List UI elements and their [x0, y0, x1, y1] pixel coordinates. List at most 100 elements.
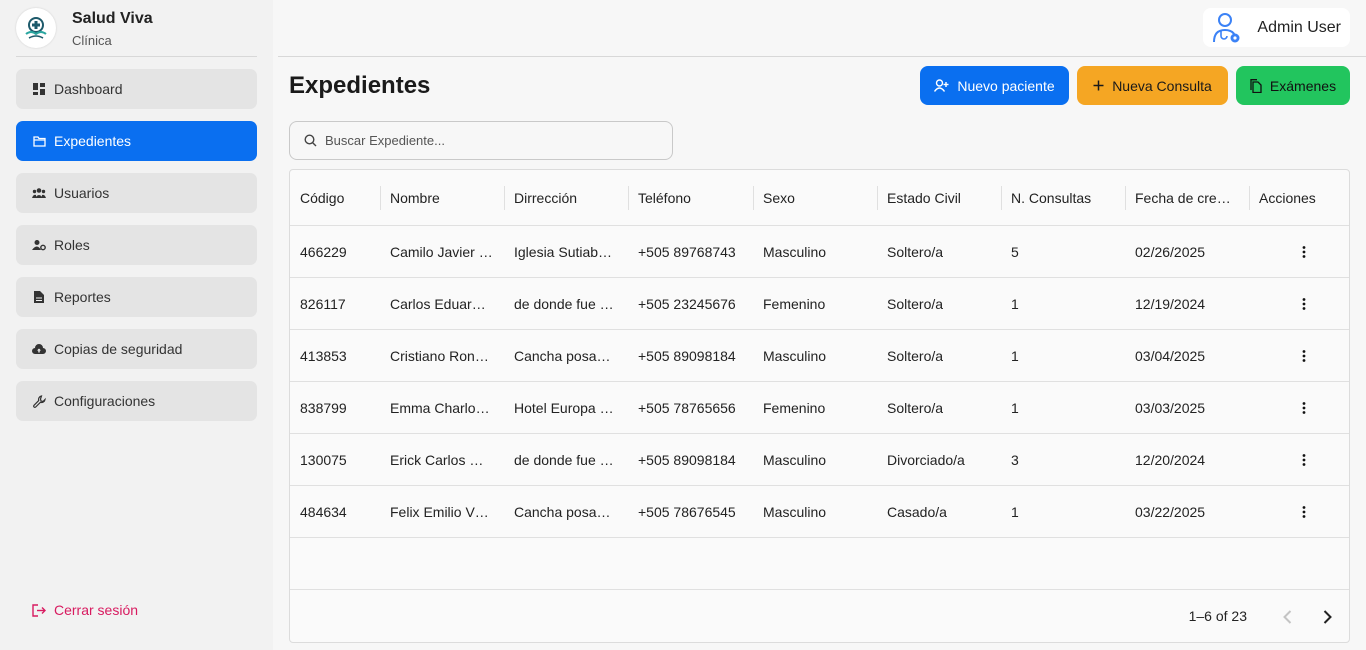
plus-icon — [1093, 80, 1104, 91]
cell-direccion: Cancha posa… — [504, 330, 628, 382]
more-vert-icon — [1302, 350, 1306, 362]
cell-fecha-creacion: 12/20/2024 — [1125, 434, 1249, 486]
sidebar-item-label: Dashboard — [54, 81, 123, 97]
cell-sexo: Masculino — [753, 486, 877, 538]
logout-button[interactable]: Cerrar sesión — [32, 602, 138, 618]
sidebar-item-configuraciones[interactable]: Configuraciones — [16, 381, 257, 421]
new-consult-label: Nueva Consulta — [1112, 77, 1212, 94]
column-header-nombre[interactable]: Nombre — [380, 170, 504, 226]
column-header-telefono[interactable]: Teléfono — [628, 170, 753, 226]
cell-n-consultas: 1 — [1001, 330, 1125, 382]
cell-fecha-creacion: 03/04/2025 — [1125, 330, 1249, 382]
row-actions-button[interactable] — [1292, 396, 1316, 420]
cell-telefono-text: +505 89098184 — [638, 452, 736, 468]
cell-estado-civil-text: Soltero/a — [887, 244, 944, 260]
table-footer: 1–6 of 23 — [290, 589, 1349, 642]
clinic-logo-icon — [16, 8, 56, 48]
cell-nombre: Carlos Eduar… — [380, 278, 504, 330]
previous-page-button[interactable] — [1273, 603, 1301, 631]
cell-direccion: de donde fue … — [504, 434, 628, 486]
cell-n-consultas: 5 — [1001, 226, 1125, 278]
table-row[interactable]: 838799 Emma Charlo… Hotel Europa … +505 787… — [290, 382, 1349, 434]
page-title: Expedientes — [289, 72, 431, 99]
sidebar-item-copias-de-seguridad[interactable]: Copias de seguridad — [16, 329, 257, 369]
user-menu-button[interactable]: Admin User — [1203, 8, 1350, 47]
column-header-acciones: Acciones — [1259, 190, 1316, 206]
cell-fecha-creacion: 12/19/2024 — [1125, 278, 1249, 330]
cell-codigo-text: 413853 — [300, 348, 347, 364]
brand-subtitle: Clínica — [72, 33, 112, 48]
cell-sexo-text: Masculino — [763, 244, 827, 260]
column-header-fecha-creacion[interactable]: Fecha de cre… — [1125, 170, 1249, 226]
cell-telefono-text: +505 78676545 — [638, 504, 736, 520]
cell-sexo: Femenino — [753, 278, 877, 330]
cell-n-consultas: 3 — [1001, 434, 1125, 486]
brand: Salud Viva Clínica — [16, 6, 257, 57]
cell-nombre: Felix Emilio V… — [380, 486, 504, 538]
table-row[interactable]: 826117 Carlos Eduar… de donde fue … +505 23… — [290, 278, 1349, 330]
cell-nombre-text: Emma Charlo… — [390, 400, 490, 416]
cell-estado-civil: Soltero/a — [877, 330, 1001, 382]
cell-fecha-creacion-text: 12/20/2024 — [1135, 452, 1206, 468]
cell-telefono: +505 78676545 — [628, 486, 753, 538]
sidebar-item-reportes[interactable]: Reportes — [16, 277, 257, 317]
cell-fecha-creacion: 02/26/2025 — [1125, 226, 1249, 278]
column-header-estado-civil[interactable]: Estado Civil — [877, 170, 1001, 226]
cell-nombre: Camilo Javier … — [380, 226, 504, 278]
new-patient-button[interactable]: Nuevo paciente — [920, 66, 1069, 105]
exams-button[interactable]: Exámenes — [1236, 66, 1350, 105]
cell-nombre-text: Cristiano Ron… — [390, 348, 489, 364]
records-table: Código Nombre Dirrección Teléfono Sexo E… — [289, 169, 1350, 643]
table-row[interactable]: 130075 Erick Carlos … de donde fue … +505 8… — [290, 434, 1349, 486]
cell-direccion-text: Hotel Europa … — [514, 400, 614, 416]
cell-telefono-text: +505 23245676 — [638, 296, 736, 312]
cell-n-consultas: 1 — [1001, 382, 1125, 434]
sidebar-item-dashboard[interactable]: Dashboard — [16, 69, 257, 109]
more-vert-icon — [1302, 506, 1306, 518]
topbar: Admin User — [278, 0, 1366, 57]
users-icon — [32, 186, 46, 200]
cell-fecha-creacion-text: 03/03/2025 — [1135, 400, 1206, 416]
document-icon — [32, 290, 46, 304]
cell-n-consultas-text: 1 — [1011, 348, 1019, 364]
cell-nombre-text: Carlos Eduar… — [390, 296, 486, 312]
exams-label: Exámenes — [1269, 77, 1337, 94]
row-actions-button[interactable] — [1292, 500, 1316, 524]
cell-direccion: Hotel Europa … — [504, 382, 628, 434]
cell-sexo: Femenino — [753, 382, 877, 434]
table-row[interactable]: 466229 Camilo Javier … Iglesia Sutiab… +505… — [290, 226, 1349, 278]
sidebar-item-roles[interactable]: Roles — [16, 225, 257, 265]
sidebar-item-label: Copias de seguridad — [54, 341, 183, 357]
row-actions-button[interactable] — [1292, 240, 1316, 264]
sidebar-item-label: Roles — [54, 237, 90, 253]
cell-estado-civil: Casado/a — [877, 486, 1001, 538]
new-consult-button[interactable]: Nueva Consulta — [1077, 66, 1228, 105]
cell-n-consultas-text: 5 — [1011, 244, 1019, 260]
sidebar-item-expedientes[interactable]: Expedientes — [16, 121, 257, 161]
cell-fecha-creacion: 03/22/2025 — [1125, 486, 1249, 538]
cell-telefono: +505 23245676 — [628, 278, 753, 330]
row-actions-button[interactable] — [1292, 292, 1316, 316]
cell-fecha-creacion-text: 03/22/2025 — [1135, 504, 1206, 520]
cell-nombre-text: Felix Emilio V… — [390, 504, 489, 520]
column-header-n-consultas[interactable]: N. Consultas — [1001, 170, 1125, 226]
search-input[interactable] — [325, 133, 655, 148]
user-name: Admin User — [1257, 18, 1341, 36]
cell-telefono-text: +505 78765656 — [638, 400, 736, 416]
cell-n-consultas: 1 — [1001, 486, 1125, 538]
cell-codigo-text: 466229 — [300, 244, 347, 260]
column-header-sexo[interactable]: Sexo — [753, 170, 877, 226]
sidebar-item-usuarios[interactable]: Usuarios — [16, 173, 257, 213]
cell-codigo: 484634 — [290, 486, 380, 538]
next-page-button[interactable] — [1313, 603, 1341, 631]
cell-sexo: Masculino — [753, 226, 877, 278]
column-header-direccion[interactable]: Dirrección — [504, 170, 628, 226]
row-actions-button[interactable] — [1292, 448, 1316, 472]
row-actions-button[interactable] — [1292, 344, 1316, 368]
column-header-codigo[interactable]: Código — [290, 170, 380, 226]
cell-codigo-text: 838799 — [300, 400, 347, 416]
table-row[interactable]: 484634 Felix Emilio V… Cancha posa… +505 78… — [290, 486, 1349, 538]
cell-n-consultas-text: 3 — [1011, 452, 1019, 468]
table-row[interactable]: 413853 Cristiano Ron… Cancha posa… +505 890… — [290, 330, 1349, 382]
cell-codigo-text: 826117 — [300, 296, 346, 312]
